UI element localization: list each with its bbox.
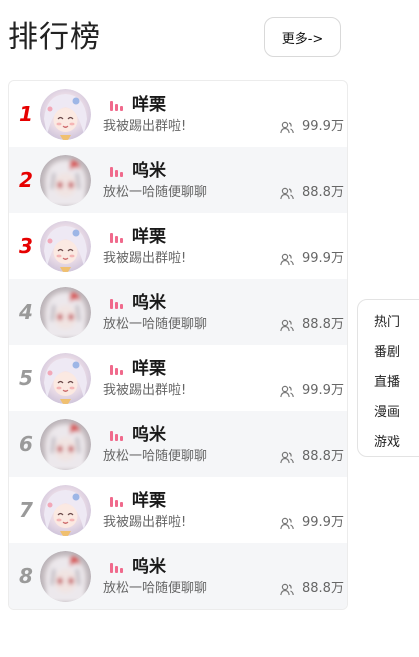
bars-icon: [110, 233, 123, 243]
streamer-name[interactable]: 呜米: [132, 160, 166, 182]
rank-number: 2: [19, 168, 33, 192]
fans-count: 88.8万: [302, 317, 344, 332]
fans-count: 99.9万: [302, 119, 344, 134]
side-menu-item-live[interactable]: 直播: [358, 373, 419, 403]
page-title: 排行榜: [8, 20, 101, 55]
streamer-description: 我被踢出群啦!: [103, 119, 187, 134]
ranking-row[interactable]: 2 呜米 放松一哈随便聊聊 88.8万: [9, 147, 347, 213]
ranking-list: 1 咩栗 我被踢出群啦! 99.9万 2 呜米 放松一哈随便聊聊 88.8万 3…: [8, 80, 348, 610]
rank-number: 7: [19, 498, 33, 522]
streamer-name[interactable]: 呜米: [132, 292, 166, 314]
fans-icon: [280, 121, 294, 134]
ranking-row[interactable]: 1 咩栗 我被踢出群啦! 99.9万: [9, 81, 347, 147]
ranking-row[interactable]: 4 呜米 放松一哈随便聊聊 88.8万: [9, 279, 347, 345]
avatar[interactable]: [40, 89, 91, 140]
rank-number: 5: [19, 366, 33, 390]
ranking-row[interactable]: 5 咩栗 我被踢出群啦! 99.9万: [9, 345, 347, 411]
rank-number: 6: [19, 432, 33, 456]
streamer-description: 放松一哈随便聊聊: [103, 449, 208, 464]
avatar[interactable]: [40, 353, 91, 404]
rank-number: 1: [19, 102, 33, 126]
more-button[interactable]: 更多->: [264, 17, 341, 57]
bars-icon: [110, 167, 123, 177]
rank-number: 3: [19, 234, 33, 258]
fans-icon: [280, 583, 294, 596]
streamer-name[interactable]: 咩栗: [132, 94, 166, 116]
streamer-name[interactable]: 咩栗: [132, 490, 166, 512]
streamer-description: 放松一哈随便聊聊: [103, 581, 208, 596]
side-menu-item-anime[interactable]: 番剧: [358, 343, 419, 373]
rank-number: 8: [19, 564, 33, 588]
ranking-row[interactable]: 6 呜米 放松一哈随便聊聊 88.8万: [9, 411, 347, 477]
streamer-description: 放松一哈随便聊聊: [103, 185, 208, 200]
side-menu-item-games[interactable]: 游戏: [358, 433, 419, 463]
avatar[interactable]: [40, 551, 91, 602]
streamer-name[interactable]: 咩栗: [132, 358, 166, 380]
bars-icon: [110, 431, 123, 441]
fans-icon: [280, 517, 294, 530]
bars-icon: [110, 299, 123, 309]
bars-icon: [110, 497, 123, 507]
fans-icon: [280, 187, 294, 200]
avatar[interactable]: [40, 419, 91, 470]
fans-count: 88.8万: [302, 185, 344, 200]
streamer-description: 我被踢出群啦!: [103, 251, 187, 266]
fans-count: 99.9万: [302, 515, 344, 530]
avatar[interactable]: [40, 221, 91, 272]
side-menu-item-hot[interactable]: 热门: [358, 313, 419, 343]
bars-icon: [110, 563, 123, 573]
streamer-description: 我被踢出群啦!: [103, 383, 187, 398]
ranking-page: 排行榜 更多-> 1 咩栗 我被踢出群啦! 99.9万 2 呜米 放松一哈随便聊…: [0, 0, 419, 657]
ranking-row[interactable]: 3 咩栗 我被踢出群啦! 99.9万: [9, 213, 347, 279]
fans-icon: [280, 319, 294, 332]
ranking-row[interactable]: 7 咩栗 我被踢出群啦! 99.9万: [9, 477, 347, 543]
avatar[interactable]: [40, 155, 91, 206]
streamer-name[interactable]: 呜米: [132, 556, 166, 578]
avatar[interactable]: [40, 287, 91, 338]
streamer-name[interactable]: 呜米: [132, 424, 166, 446]
fans-count: 88.8万: [302, 581, 344, 596]
ranking-row[interactable]: 8 呜米 放松一哈随便聊聊 88.8万: [9, 543, 347, 609]
side-menu-item-comics[interactable]: 漫画: [358, 403, 419, 433]
side-category-menu: 热门 番剧 直播 漫画 游戏: [357, 299, 419, 457]
fans-count: 99.9万: [302, 251, 344, 266]
fans-count: 99.9万: [302, 383, 344, 398]
streamer-name[interactable]: 咩栗: [132, 226, 166, 248]
streamer-description: 放松一哈随便聊聊: [103, 317, 208, 332]
bars-icon: [110, 365, 123, 375]
bars-icon: [110, 101, 123, 111]
rank-number: 4: [19, 300, 33, 324]
fans-icon: [280, 451, 294, 464]
fans-icon: [280, 253, 294, 266]
fans-icon: [280, 385, 294, 398]
fans-count: 88.8万: [302, 449, 344, 464]
avatar[interactable]: [40, 485, 91, 536]
streamer-description: 我被踢出群啦!: [103, 515, 187, 530]
